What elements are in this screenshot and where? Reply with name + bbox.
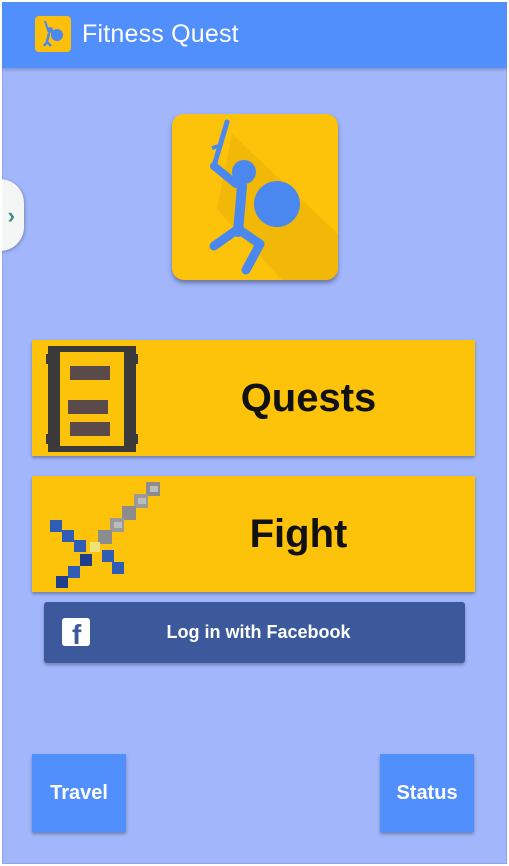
drawer-toggle[interactable]: › [2, 179, 24, 251]
fight-label: Fight [249, 511, 348, 556]
quest-scroll-icon [46, 344, 138, 454]
stick-warrior-icon [35, 16, 71, 52]
app-title: Fitness Quest [82, 20, 239, 48]
quests-label: Quests [240, 375, 377, 420]
chevron-right-icon: › [7, 203, 15, 228]
travel-button[interactable]: Travel [32, 754, 126, 832]
quests-button[interactable]: Quests [32, 340, 475, 456]
app-bar: Fitness Quest [2, 2, 507, 68]
facebook-login-label: Log in with Facebook [166, 622, 351, 642]
fight-button[interactable]: Fight [32, 476, 475, 592]
app-logo [172, 114, 338, 280]
app-screen: Fitness Quest › Quests Fight f Log in wi… [2, 2, 507, 864]
facebook-login-button[interactable]: f Log in with Facebook [44, 602, 465, 663]
status-button[interactable]: Status [380, 754, 474, 832]
